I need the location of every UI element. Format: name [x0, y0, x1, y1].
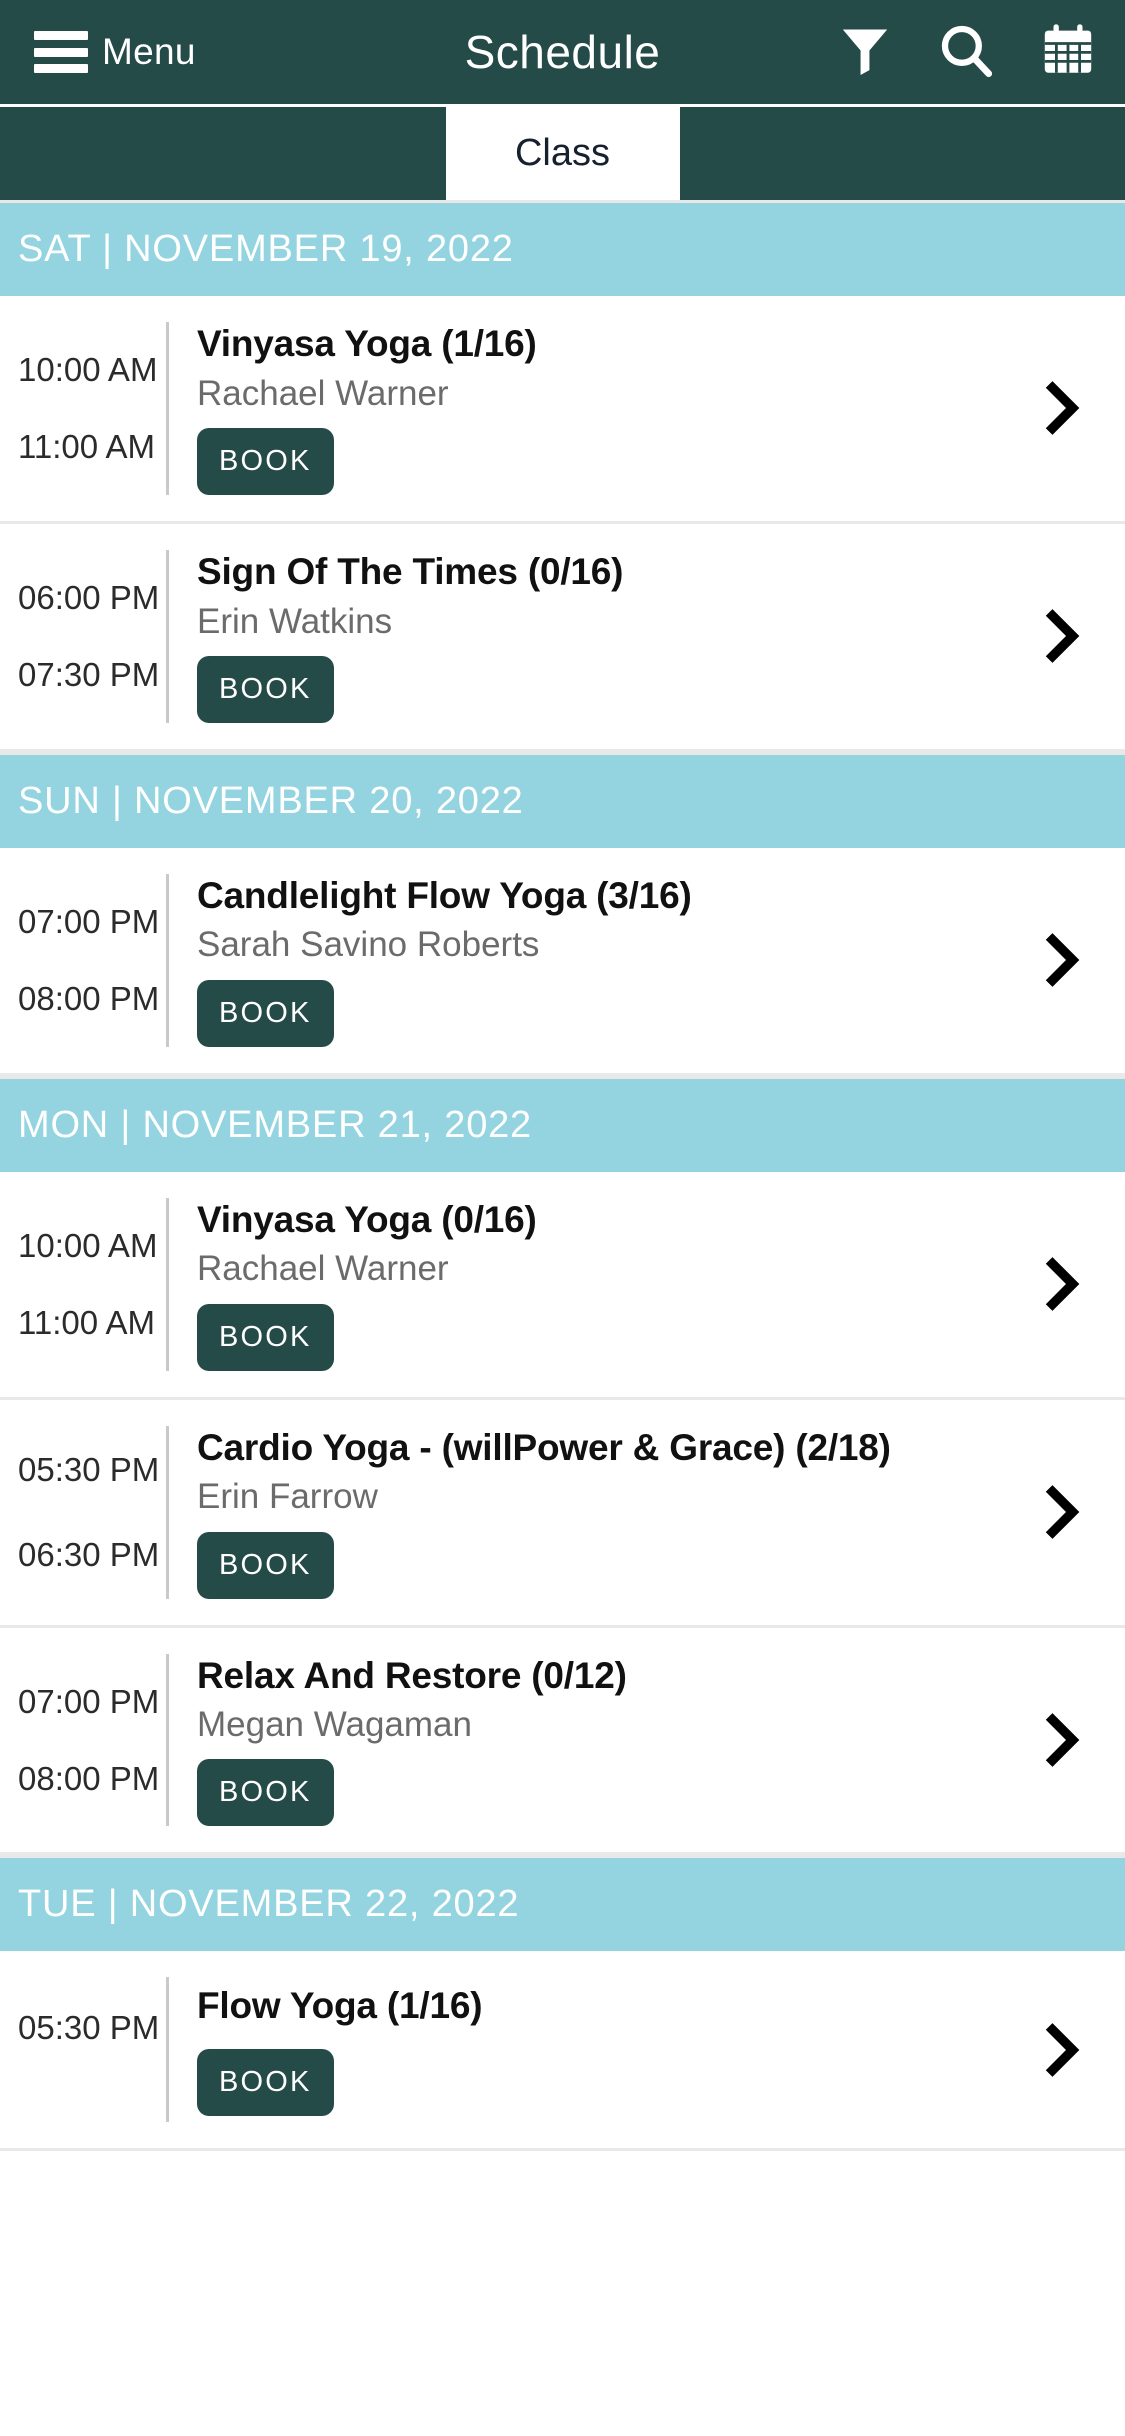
time-range: 06:00 PM 07:30 PM: [0, 581, 166, 691]
start-time: 10:00 AM: [18, 351, 158, 389]
class-title: Vinyasa Yoga (1/16): [197, 323, 537, 364]
start-time: 05:30 PM: [18, 1451, 160, 1489]
chevron-right-icon[interactable]: [995, 2021, 1125, 2079]
class-list-item[interactable]: 05:30 PM Flow Yoga (1/16) BOOK: [0, 1951, 1125, 2152]
instructor-name: Erin Farrow: [197, 1477, 378, 1517]
class-title: Sign Of The Times (0/16): [197, 550, 624, 592]
class-list-item[interactable]: 07:00 PM 08:00 PM Candlelight Flow Yoga …: [0, 847, 1125, 1076]
class-details: Sign Of The Times (0/16) Erin Watkins BO…: [197, 550, 995, 723]
end-time: 08:00 PM: [18, 980, 160, 1018]
chevron-right-icon[interactable]: [995, 607, 1125, 665]
calendar-icon[interactable]: [1039, 21, 1097, 84]
end-time: 06:30 PM: [18, 1536, 160, 1574]
hamburger-icon[interactable]: [34, 31, 88, 73]
end-time: 11:00 AM: [18, 1304, 155, 1342]
start-time: 06:00 PM: [18, 579, 160, 617]
class-details: Vinyasa Yoga (1/16) Rachael Warner BOOK: [197, 322, 995, 495]
row-divider: [166, 1977, 169, 2123]
chevron-right-icon[interactable]: [995, 1255, 1125, 1313]
class-title: Vinyasa Yoga (0/16): [197, 1198, 537, 1240]
start-time: 07:00 PM: [18, 1682, 160, 1720]
class-title: Relax And Restore (0/12): [197, 1654, 627, 1696]
time-range: 10:00 AM 11:00 AM: [0, 1229, 166, 1339]
row-divider: [166, 1197, 169, 1371]
chevron-right-icon[interactable]: [995, 379, 1125, 437]
tab-right-spacer[interactable]: [680, 107, 1125, 200]
class-list-item[interactable]: 05:30 PM 06:30 PM Cardio Yoga - (willPow…: [0, 1399, 1125, 1628]
chevron-right-icon[interactable]: [995, 1483, 1125, 1541]
time-range: 05:30 PM 06:30 PM: [0, 1453, 166, 1571]
tab-strip: Class: [0, 104, 1125, 200]
row-divider: [166, 1653, 169, 1827]
book-button[interactable]: BOOK: [197, 1303, 334, 1371]
class-details: Vinyasa Yoga (0/16) Rachael Warner BOOK: [197, 1198, 995, 1371]
day-header: SAT | NOVEMBER 19, 2022: [0, 200, 1125, 296]
start-time: 10:00 AM: [18, 1227, 158, 1265]
class-title: Candlelight Flow Yoga (3/16): [197, 874, 692, 916]
header-actions: [837, 21, 1097, 84]
row-divider: [166, 322, 169, 495]
filter-funnel-icon[interactable]: [837, 22, 893, 83]
start-time: 07:00 PM: [18, 903, 160, 941]
end-time: 11:00 AM: [18, 428, 155, 466]
tab-class[interactable]: Class: [445, 107, 680, 200]
time-range: 07:00 PM 08:00 PM: [0, 1685, 166, 1795]
row-divider: [166, 549, 169, 723]
book-button[interactable]: BOOK: [197, 427, 334, 495]
end-time: 08:00 PM: [18, 1759, 160, 1797]
tab-left-spacer[interactable]: [0, 107, 446, 200]
book-button[interactable]: BOOK: [197, 2049, 334, 2117]
schedule-list: SAT | NOVEMBER 19, 2022 10:00 AM 11:00 A…: [0, 200, 1125, 2152]
chevron-right-icon[interactable]: [995, 931, 1125, 989]
menu-button[interactable]: Menu: [34, 31, 196, 73]
time-range: 07:00 PM 08:00 PM: [0, 905, 166, 1015]
class-list-item[interactable]: 10:00 AM 11:00 AM Vinyasa Yoga (1/16) Ra…: [0, 296, 1125, 524]
day-header: MON | NOVEMBER 21, 2022: [0, 1075, 1125, 1172]
book-button[interactable]: BOOK: [197, 1759, 334, 1827]
start-time: 05:30 PM: [18, 2009, 160, 2047]
row-divider: [166, 1425, 169, 1599]
menu-label: Menu: [102, 31, 196, 72]
day-header: SUN | NOVEMBER 20, 2022: [0, 751, 1125, 848]
class-title: Flow Yoga (1/16): [197, 1984, 483, 2026]
instructor-name: Rachael Warner: [197, 373, 449, 413]
instructor-name: Erin Watkins: [197, 601, 393, 641]
book-button[interactable]: BOOK: [197, 655, 334, 723]
class-details: Relax And Restore (0/12) Megan Wagaman B…: [197, 1654, 995, 1827]
app-header: Menu Schedule: [0, 0, 1125, 104]
class-list-item[interactable]: 06:00 PM 07:30 PM Sign Of The Times (0/1…: [0, 523, 1125, 752]
class-list-item[interactable]: 10:00 AM 11:00 AM Vinyasa Yoga (0/16) Ra…: [0, 1171, 1125, 1400]
instructor-name: Sarah Savino Roberts: [197, 925, 540, 965]
class-details: Cardio Yoga - (willPower & Grace) (2/18)…: [197, 1426, 995, 1599]
instructor-name: Megan Wagaman: [197, 1705, 472, 1745]
instructor-name: Rachael Warner: [197, 1249, 449, 1289]
search-icon[interactable]: [937, 21, 995, 84]
chevron-right-icon[interactable]: [995, 1711, 1125, 1769]
class-list-item[interactable]: 07:00 PM 08:00 PM Relax And Restore (0/1…: [0, 1627, 1125, 1856]
book-button[interactable]: BOOK: [197, 979, 334, 1047]
book-button[interactable]: BOOK: [197, 1531, 334, 1599]
class-details: Flow Yoga (1/16) BOOK: [197, 1984, 995, 2117]
class-details: Candlelight Flow Yoga (3/16) Sarah Savin…: [197, 874, 995, 1047]
time-range: 05:30 PM: [0, 2011, 166, 2088]
class-title: Cardio Yoga - (willPower & Grace) (2/18): [197, 1426, 891, 1468]
day-header: TUE | NOVEMBER 22, 2022: [0, 1855, 1125, 1952]
row-divider: [166, 873, 169, 1047]
time-range: 10:00 AM 11:00 AM: [0, 353, 166, 463]
end-time: 07:30 PM: [18, 656, 160, 694]
